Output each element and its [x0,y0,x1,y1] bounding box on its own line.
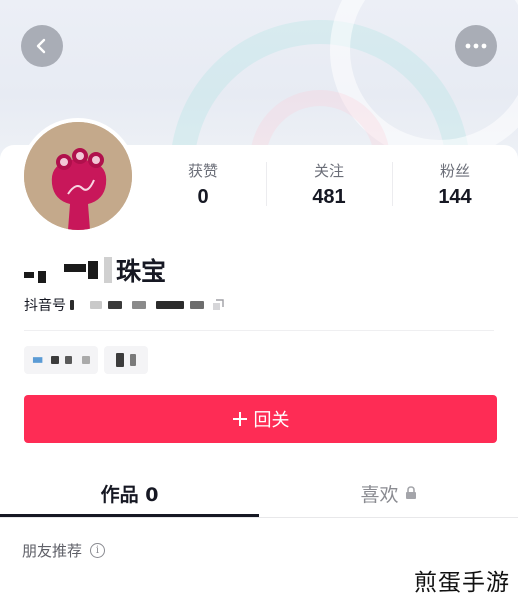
redacted-id [156,301,184,309]
follow-back-label: 回关 [253,410,290,431]
tab-works-label: 作品 0 [100,483,159,506]
redacted-mosaic [24,272,34,278]
profile-tag[interactable] [24,346,98,374]
watermark: 煎蛋手游 [414,570,510,596]
redacted-id [108,301,122,309]
chevron-left-icon [36,38,46,54]
nickname-text: 珠宝 [116,257,167,286]
stat-followers[interactable]: 粉丝 144 [392,160,518,209]
redacted-id [70,300,74,310]
redacted-mosaic [88,261,98,279]
stat-label: 获赞 [187,162,218,180]
copy-icon[interactable] [212,299,224,311]
tab-likes-label: 喜欢 [360,483,399,506]
redacted-tag [64,356,73,364]
stat-value: 481 [312,186,346,208]
redacted-id [132,301,146,309]
tab-works[interactable]: 作品 0 [0,468,259,518]
profile-stats: 获赞 0 关注 481 粉丝 144 [140,160,518,209]
friend-recommend: 朋友推荐 i [22,540,106,561]
lock-icon [405,486,416,499]
id-label: 抖音号 [24,298,66,314]
redacted-tag [116,353,124,367]
tabs-divider [0,517,518,518]
douyin-id[interactable]: 抖音号 [24,295,224,315]
back-button[interactable] [21,25,63,67]
tab-likes[interactable]: 喜欢 [259,468,518,518]
redacted-id [190,301,204,309]
avatar[interactable] [20,118,136,234]
follow-back-button[interactable]: 回关 [24,395,497,443]
redacted-tag [82,356,91,364]
redacted-mosaic [38,271,46,283]
stat-likes[interactable]: 获赞 0 [140,160,266,209]
stat-label: 粉丝 [439,162,470,180]
avatar-image [24,122,132,230]
stat-following[interactable]: 关注 481 [266,160,392,209]
divider [24,330,494,331]
redacted-mosaic [104,257,112,283]
info-icon[interactable]: i [90,543,106,558]
redacted-mosaic [64,264,86,272]
stat-value: 0 [197,186,209,208]
more-button[interactable] [455,25,497,67]
profile-tabs: 作品 0 喜欢 [0,468,518,518]
friend-recommend-label: 朋友推荐 [22,542,83,560]
stat-label: 关注 [313,162,344,180]
redacted-id [90,301,102,309]
plus-icon [232,412,247,426]
stat-value: 144 [438,186,472,208]
redacted-tag [51,356,59,364]
profile-tag[interactable] [104,346,148,374]
nickname: 珠宝 [24,252,166,288]
location-icon [32,357,43,363]
more-horizontal-icon [465,43,487,49]
redacted-tag [130,354,136,366]
